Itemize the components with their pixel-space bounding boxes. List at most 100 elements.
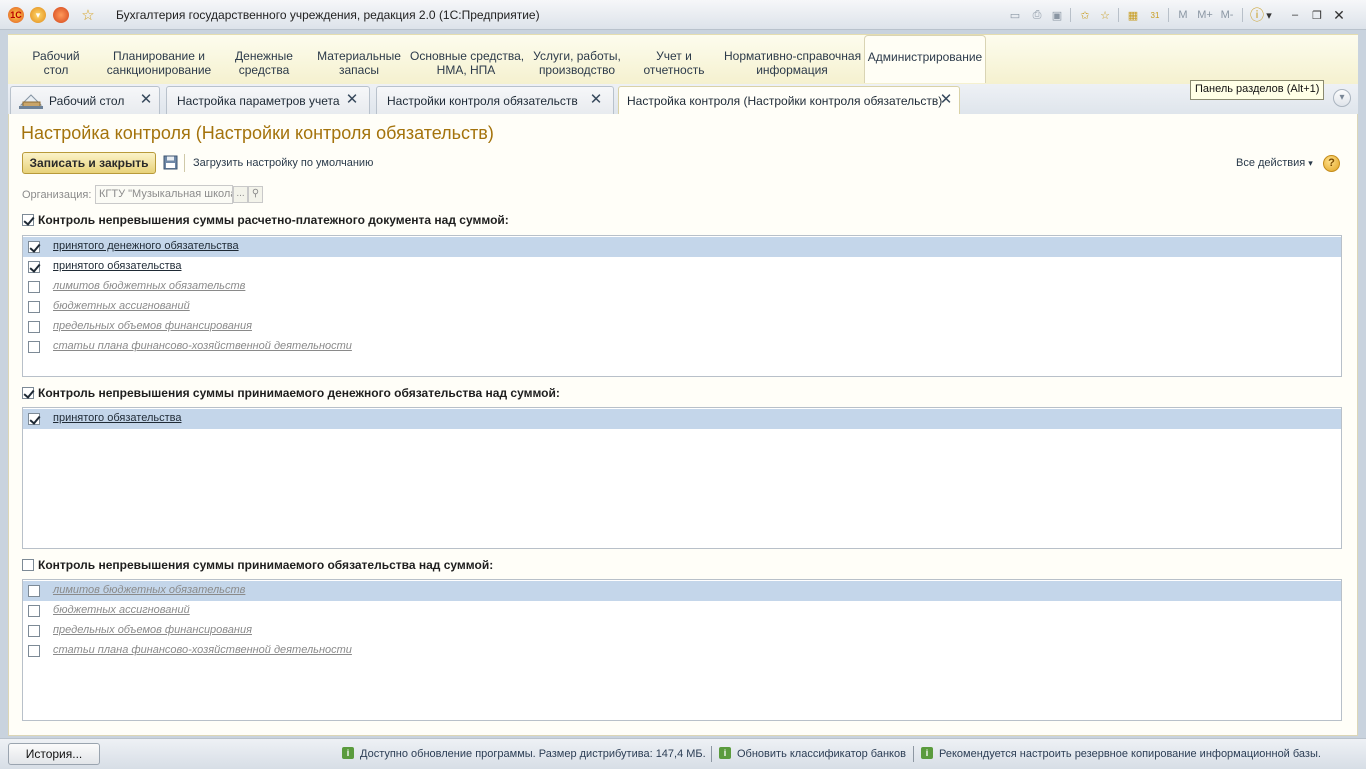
info-icon: i	[342, 747, 354, 759]
section-services[interactable]: Услуги, работы, производство	[532, 35, 622, 83]
tab-desktop[interactable]: Рабочий стол ✕	[10, 86, 160, 114]
close-tab-icon[interactable]: ✕	[345, 92, 359, 108]
close-tab-icon[interactable]: ✕	[139, 92, 153, 108]
search-icon[interactable]: ⚲	[248, 186, 263, 203]
section-administration[interactable]: Администрирование	[864, 35, 986, 83]
organization-label: Организация:	[22, 189, 92, 201]
group3-checkbox[interactable]	[22, 559, 34, 571]
info-icon: i	[921, 747, 933, 759]
tab-control-setting[interactable]: Настройка контроля (Настройки контроля о…	[618, 86, 960, 115]
group3-header[interactable]: Контроль непревышения суммы принимаемого…	[22, 558, 493, 572]
tab-label: Настройки контроля обязательств	[387, 94, 578, 108]
chevron-down-icon[interactable]: ▾	[1264, 6, 1274, 24]
save-icon[interactable]: ▭	[1006, 6, 1024, 24]
item-checkbox[interactable]	[28, 585, 40, 597]
title-bar: 1С ▾ ☆ Бухгалтерия государственного учре…	[0, 0, 1366, 30]
group1-title: Контроль непревышения суммы расчетно-пла…	[38, 213, 509, 227]
close-tab-icon[interactable]: ✕	[939, 92, 953, 108]
status-bar: История... i Доступно обновление програм…	[0, 738, 1366, 769]
item-checkbox[interactable]	[28, 241, 40, 253]
control-settings-form: Настройка контроля (Настройки контроля о…	[8, 114, 1358, 736]
item-checkbox[interactable]	[28, 645, 40, 657]
section-desktop[interactable]: Рабочий стол	[22, 35, 90, 83]
main-menu-icon[interactable]: ▾	[30, 7, 46, 23]
section-reference[interactable]: Нормативно-справочная информация	[724, 35, 861, 83]
item-label: статьи плана финансово-хозяйственной дея…	[53, 644, 352, 656]
item-checkbox[interactable]	[28, 625, 40, 637]
item-label: предельных объемов финансирования	[53, 320, 252, 332]
list-item[interactable]: лимитов бюджетных обязательств	[23, 277, 1341, 297]
list-item[interactable]: принятого денежного обязательства	[23, 237, 1341, 257]
status-separator	[913, 746, 914, 762]
close-icon[interactable]: ✕	[1330, 6, 1348, 24]
group2-header[interactable]: Контроль непревышения суммы принимаемого…	[22, 386, 560, 400]
item-checkbox[interactable]	[28, 281, 40, 293]
calculator-icon[interactable]: ▦	[1124, 6, 1142, 24]
group2-checkbox[interactable]	[22, 387, 34, 399]
minimize-icon[interactable]: –	[1286, 6, 1304, 24]
item-checkbox[interactable]	[28, 605, 40, 617]
list-item[interactable]: принятого обязательства	[23, 409, 1341, 429]
section-money[interactable]: Денежные средства	[228, 35, 300, 83]
item-label: принятого обязательства	[53, 260, 182, 272]
item-label: бюджетных ассигнований	[53, 604, 190, 616]
list-item[interactable]: лимитов бюджетных обязательств	[23, 581, 1341, 601]
tab-obligation-control-settings[interactable]: Настройки контроля обязательств ✕	[376, 86, 614, 114]
section-panel: Рабочий стол Планирование и санкциониров…	[8, 34, 1358, 84]
item-label: лимитов бюджетных обязательств	[53, 280, 246, 292]
app-logo-icon[interactable]: 1С	[8, 7, 24, 23]
list-item[interactable]: бюджетных ассигнований	[23, 601, 1341, 621]
list-item[interactable]: статьи плана финансово-хозяйственной дея…	[23, 337, 1341, 357]
item-checkbox[interactable]	[28, 413, 40, 425]
separator	[1070, 8, 1071, 22]
calendar-icon[interactable]: 31	[1146, 6, 1164, 24]
stop-icon[interactable]	[53, 7, 69, 23]
toolbar-separator	[184, 154, 185, 172]
organization-choose-button[interactable]: ...	[233, 186, 248, 203]
list-item[interactable]: статьи плана финансово-хозяйственной дея…	[23, 641, 1341, 661]
item-checkbox[interactable]	[28, 301, 40, 313]
save-and-close-button[interactable]: Записать и закрыть	[22, 152, 156, 174]
list-item[interactable]: принятого обязательства	[23, 257, 1341, 277]
section-fixed-assets[interactable]: Основные средства, НМА, НПА	[410, 35, 524, 83]
list-item[interactable]: предельных объемов финансирования	[23, 317, 1341, 337]
memory-plus-button[interactable]: M+	[1194, 6, 1216, 24]
print-icon[interactable]: ⎙	[1028, 6, 1046, 24]
status-backup-recommendation[interactable]: Рекомендуется настроить резервное копиро…	[939, 748, 1321, 760]
favorites-list-icon[interactable]: ☆	[1096, 6, 1114, 24]
tab-accounting-params[interactable]: Настройка параметров учета ✕	[166, 86, 370, 114]
item-checkbox[interactable]	[28, 341, 40, 353]
tab-label: Настройка контроля (Настройки контроля о…	[627, 94, 943, 108]
status-update-banks[interactable]: Обновить классификатор банков	[737, 748, 906, 760]
group3-title: Контроль непревышения суммы принимаемого…	[38, 558, 494, 572]
organization-field[interactable]: КГТУ "Музыкальная школа	[95, 185, 233, 204]
close-tab-icon[interactable]: ✕	[589, 92, 603, 108]
tab-label: Настройка параметров учета	[177, 94, 340, 108]
memory-minus-button[interactable]: M-	[1216, 6, 1238, 24]
item-checkbox[interactable]	[28, 321, 40, 333]
add-favorite-icon[interactable]: ✩	[1076, 6, 1094, 24]
preview-icon[interactable]: ▣	[1048, 6, 1066, 24]
list-item[interactable]: предельных объемов финансирования	[23, 621, 1341, 641]
favorites-star-icon[interactable]: ☆	[80, 7, 96, 24]
history-button[interactable]: История...	[8, 743, 100, 765]
group1-checkbox[interactable]	[22, 214, 34, 226]
restore-icon[interactable]: ❐	[1308, 6, 1326, 24]
help-icon[interactable]: ?	[1323, 155, 1340, 172]
load-defaults-button[interactable]: Загрузить настройку по умолчанию	[193, 157, 373, 169]
list-item[interactable]: бюджетных ассигнований	[23, 297, 1341, 317]
all-actions-menu[interactable]: Все действия ▾	[1236, 157, 1313, 169]
memory-button[interactable]: M	[1174, 6, 1192, 24]
info-icon: i	[719, 747, 731, 759]
section-accounting[interactable]: Учет и отчетность	[636, 35, 712, 83]
save-icon[interactable]	[163, 155, 178, 170]
section-panel-tooltip: Панель разделов (Alt+1)	[1190, 80, 1325, 100]
section-planning[interactable]: Планирование и санкционирование	[104, 35, 214, 83]
page-title: Настройка контроля (Настройки контроля о…	[21, 123, 494, 143]
status-update-available[interactable]: Доступно обновление программы. Размер ди…	[360, 748, 706, 760]
expand-panel-icon[interactable]: ▾	[1333, 89, 1351, 107]
group1-header[interactable]: Контроль непревышения суммы расчетно-пла…	[22, 213, 509, 227]
section-materials[interactable]: Материальные запасы	[314, 35, 404, 83]
item-checkbox[interactable]	[28, 261, 40, 273]
title-toolbar: ▭ ⎙ ▣ ✩ ☆ ▦ 31 M M+ M- ⓘ ▾ – ❐ ✕	[1006, 6, 1366, 24]
